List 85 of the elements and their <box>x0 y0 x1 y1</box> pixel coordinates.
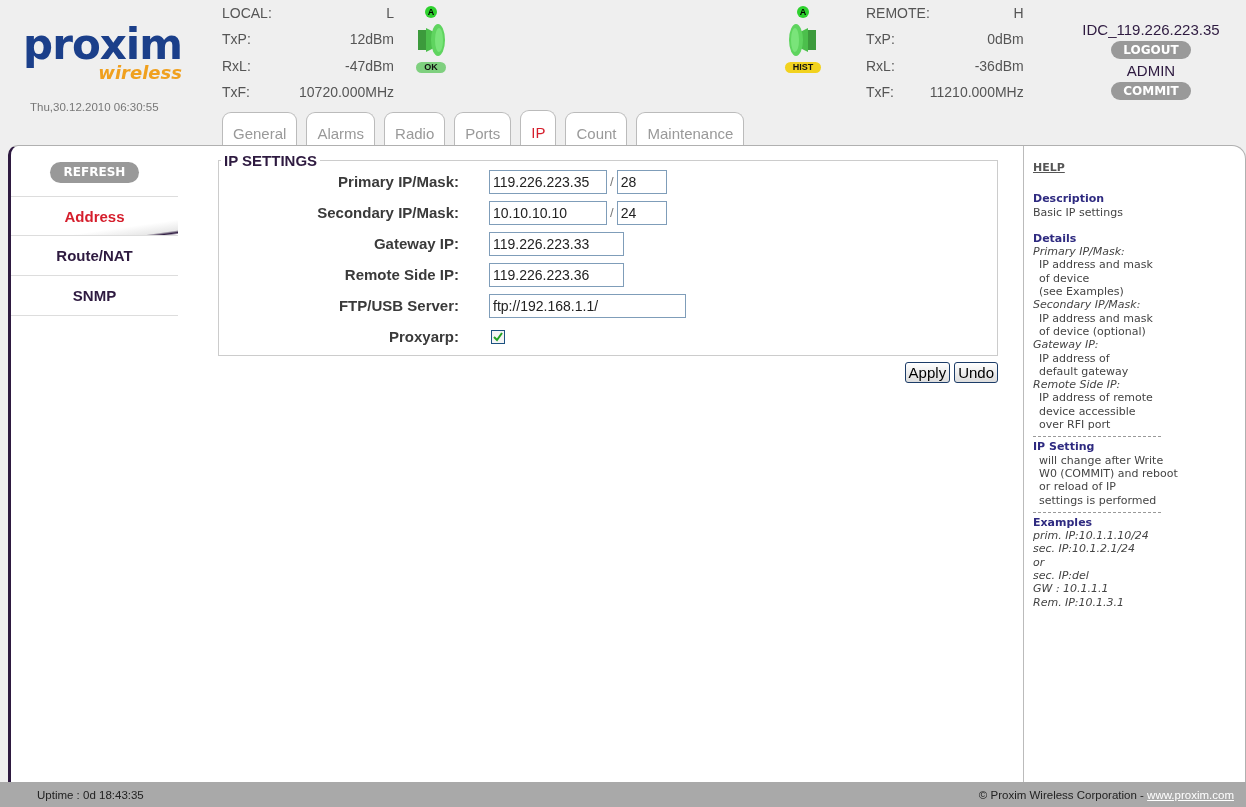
help-text: (see Examples) <box>1038 285 1125 299</box>
help-text: IP address of <box>1038 351 1111 365</box>
status-badge: A <box>425 6 437 18</box>
help-text: GW : 10.1.1.1 <box>1033 582 1110 596</box>
mask-field[interactable]: 28 <box>616 169 667 194</box>
stat-label: TxF: <box>866 84 895 102</box>
field-label: Primary IP/Mask: <box>337 172 459 192</box>
input-field[interactable]: 119.226.223.33 <box>489 231 624 256</box>
stat-value: 12dBm <box>348 32 394 50</box>
help-heading: Examples <box>1033 515 1094 530</box>
field-label: Remote Side IP: <box>343 265 459 285</box>
help-text: Rem. IP:10.1.3.1 <box>1033 595 1125 609</box>
help-text: of device (optional) <box>1038 324 1147 339</box>
stat-value: 11210.000MHz <box>929 84 1024 102</box>
field-label: Secondary IP/Mask: <box>316 203 459 223</box>
stat-value: 0dBm <box>986 32 1024 50</box>
logout-button[interactable]: LOGOUT <box>1111 41 1191 59</box>
help-text: Remote Side IP: <box>1033 378 1122 392</box>
help-text: Gateway IP: <box>1033 338 1100 352</box>
help-text: W0 (COMMIT) and reboot <box>1038 466 1179 481</box>
tab[interactable]: Ports <box>454 112 512 145</box>
help-text: sec. IP:del <box>1033 569 1090 583</box>
stat-label: REMOTE: <box>866 6 930 23</box>
stat-value: L <box>385 6 394 23</box>
stat-label: RxL: <box>222 58 252 76</box>
tab[interactable]: IP <box>520 110 557 145</box>
field-label: Gateway IP: <box>372 234 459 254</box>
help-text: over RFI port <box>1038 418 1112 432</box>
mask-field[interactable]: 24 <box>616 200 667 225</box>
tab[interactable]: Maintenance <box>636 112 745 145</box>
refresh-button[interactable]: REFRESH <box>49 162 140 183</box>
field-label: Proxyarp: <box>387 327 459 347</box>
help-text: device accessible <box>1038 404 1137 419</box>
slash-separator: / <box>610 205 614 220</box>
input-field[interactable]: 119.226.223.36 <box>489 262 624 287</box>
help-text: prim. IP:10.1.1.10/24 <box>1033 529 1150 543</box>
stat-value: -47dBm <box>343 58 394 76</box>
help-text: of device <box>1038 271 1091 286</box>
stat-value: 10720.000MHz <box>298 84 394 102</box>
tab[interactable]: Alarms <box>306 112 376 145</box>
tab[interactable]: Radio <box>384 112 446 145</box>
user-role: ADMIN <box>1126 62 1176 79</box>
status-plate: HIST <box>784 62 822 73</box>
status-badge: A <box>797 6 809 18</box>
ip-field[interactable]: 10.10.10.10 <box>489 200 607 225</box>
field-label: FTP/USB Server: <box>337 296 459 316</box>
help-text: or reload of IP <box>1038 480 1117 494</box>
date-time: Thu,30.12.2010 06:30:55 <box>30 101 160 113</box>
help-text: Primary IP/Mask: <box>1033 245 1126 259</box>
sidebar-item[interactable]: Address <box>11 196 178 236</box>
commit-button[interactable]: COMMIT <box>1111 82 1191 100</box>
stat-value: H <box>1012 6 1024 23</box>
help-text: settings is performed <box>1038 493 1158 507</box>
help-text: Basic IP settings <box>1033 205 1124 219</box>
form-button[interactable]: Apply <box>904 362 951 383</box>
help-text: IP address and mask <box>1038 311 1154 325</box>
help-text: default gateway <box>1038 364 1130 379</box>
copyright-text: © Proxim Wireless Corporation - <box>978 788 1145 801</box>
stat-label: TxP: <box>866 32 896 50</box>
help-heading: Description <box>1033 192 1106 206</box>
help-text: IP address of remote <box>1038 391 1154 405</box>
slash-separator: / <box>610 174 614 189</box>
help-text: Secondary IP/Mask: <box>1033 298 1142 312</box>
stat-label: LOCAL: <box>222 6 272 23</box>
tab[interactable]: General <box>222 112 298 145</box>
panel-title: IP SETTINGS <box>223 152 319 169</box>
status-plate: OK <box>416 62 446 73</box>
help-heading: Details <box>1033 231 1078 246</box>
ip-field[interactable]: 119.226.223.35 <box>489 169 607 194</box>
device-name: IDC_119.226.223.35 <box>1082 21 1220 38</box>
stat-label: RxL: <box>866 58 896 76</box>
help-text: IP address and mask <box>1038 258 1154 272</box>
form-button[interactable]: Undo <box>954 362 998 383</box>
checkbox[interactable] <box>491 329 505 344</box>
help-title: HELP <box>1033 161 1066 175</box>
stat-label: TxP: <box>222 32 252 50</box>
stat-value: -36dBm <box>973 58 1024 76</box>
uptime-text: Uptime : 0d 18:43:35 <box>37 788 144 801</box>
tab[interactable]: Count <box>565 112 628 145</box>
help-heading: IP Setting <box>1033 440 1096 454</box>
help-text: will change after Write <box>1038 453 1165 467</box>
stat-label: TxF: <box>222 84 251 102</box>
input-field[interactable]: ftp://192.168.1.1/ <box>489 293 686 318</box>
help-text: sec. IP:10.1.2.1/24 <box>1033 542 1137 556</box>
help-text: or <box>1033 555 1046 569</box>
